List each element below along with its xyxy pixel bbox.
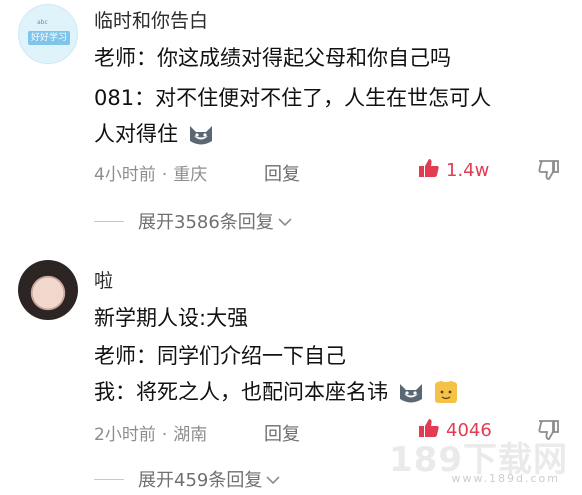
reply-button[interactable]: 回复 [264,420,300,446]
username[interactable]: 啦 [94,266,113,293]
username[interactable]: 临时和你告白 [94,6,208,33]
comment-meta: 2小时前 · 湖南 [94,425,208,445]
avatar[interactable]: abc 好好学习 [18,4,78,64]
reply-button[interactable]: 回复 [264,160,300,186]
comment-meta: 4小时前 · 重庆 [94,165,208,185]
comment-line-3-text: 人对得住 [94,122,178,146]
location: 重庆 [173,165,208,185]
watermark-url: www.189d.com [451,472,560,485]
expand-label: 展开459条回复 [138,470,263,491]
comment-line-3: 我：将死之人，也配问本座名讳 [94,376,459,410]
divider [94,478,124,480]
comment-line-1: 老师：你这成绩对得起父母和你自己吗 [94,46,451,70]
comment-line-3-text: 我：将死之人，也配问本座名讳 [94,380,388,404]
timestamp: 2小时前 [94,425,156,445]
comment-line-2: 081：对不住便对不住了，人生在世怎可人 [94,86,492,110]
chevron-down-icon [266,469,280,490]
comment-line-1: 新学期人设:大强 [94,306,249,330]
avatar-small-text: abc [37,19,48,26]
expand-replies[interactable]: 展开459条回复 [94,466,280,492]
avatar-badge: 好好学习 [28,31,70,45]
comment-line-3: 人对得住 [94,118,215,152]
thumb-up-icon [418,158,440,183]
like-button[interactable]: 1.4w [418,158,489,183]
avatar[interactable] [18,260,78,320]
like-count: 1.4w [446,160,490,181]
expand-label: 展开3586条回复 [138,212,274,233]
cat-emoji-icon [187,123,215,152]
cat-emoji-icon [397,381,425,410]
dislike-button[interactable] [538,160,560,184]
mouse-emoji-icon [433,379,459,410]
divider [94,220,124,222]
location: 湖南 [173,425,208,445]
comment-line-2: 老师：同学们介绍一下自己 [94,344,346,368]
thumb-down-icon [538,160,560,184]
expand-replies[interactable]: 展开3586条回复 [94,208,292,234]
timestamp: 4小时前 [94,165,156,185]
chevron-down-icon [278,211,292,232]
